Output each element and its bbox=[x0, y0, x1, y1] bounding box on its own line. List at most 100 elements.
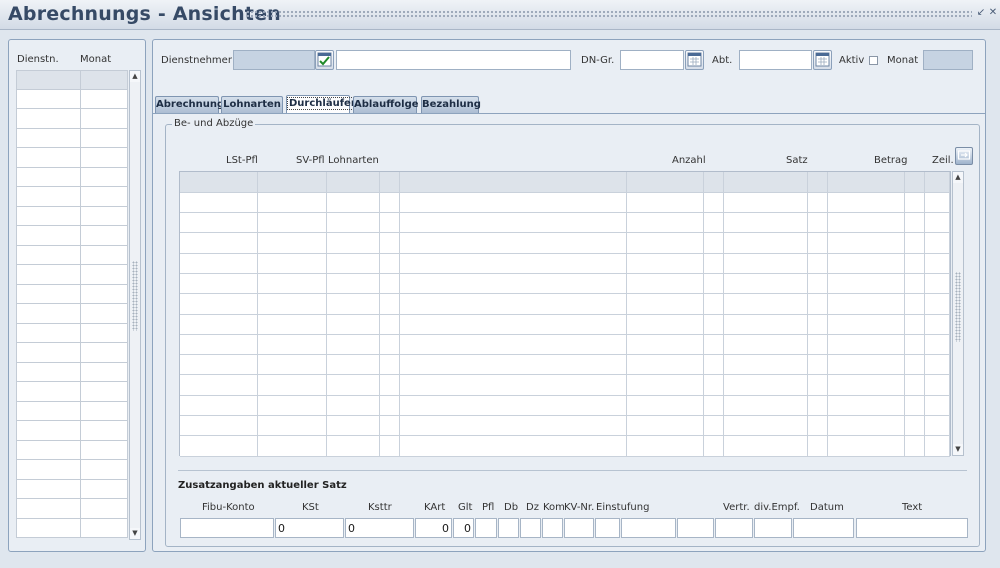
list-item[interactable] bbox=[16, 479, 128, 499]
table-cell[interactable] bbox=[626, 192, 705, 214]
table-row[interactable] bbox=[180, 314, 951, 335]
aktiv-checkbox[interactable] bbox=[869, 56, 878, 65]
table-cell[interactable] bbox=[626, 334, 705, 356]
table-cell[interactable] bbox=[904, 374, 925, 396]
table-cell[interactable] bbox=[723, 273, 808, 295]
table-cell[interactable] bbox=[626, 232, 705, 254]
table-cell[interactable] bbox=[723, 253, 808, 274]
table-cell[interactable] bbox=[379, 334, 401, 356]
table-cell[interactable] bbox=[904, 435, 925, 457]
table-cell[interactable] bbox=[723, 374, 808, 396]
table-cell[interactable] bbox=[257, 212, 327, 234]
dienstn-cell[interactable] bbox=[16, 245, 80, 265]
table-cell[interactable] bbox=[326, 273, 381, 295]
table-cell[interactable] bbox=[827, 314, 905, 335]
table-cell[interactable] bbox=[904, 253, 925, 274]
table-cell[interactable] bbox=[904, 334, 925, 356]
table-cell[interactable] bbox=[379, 273, 401, 295]
abt-field[interactable] bbox=[739, 50, 812, 70]
table-cell[interactable] bbox=[703, 253, 725, 274]
table-cell[interactable] bbox=[399, 415, 627, 437]
table-cell[interactable] bbox=[924, 395, 951, 417]
monat-cell[interactable] bbox=[80, 226, 128, 246]
table-cell[interactable] bbox=[827, 192, 905, 214]
scroll-thumb[interactable] bbox=[955, 272, 961, 342]
dienstn-cell[interactable] bbox=[16, 304, 80, 324]
scroll-thumb[interactable] bbox=[132, 261, 138, 331]
dienstn-cell[interactable] bbox=[16, 382, 80, 402]
table-cell[interactable] bbox=[904, 192, 925, 214]
table-cell[interactable] bbox=[626, 435, 705, 457]
table-cell[interactable] bbox=[180, 395, 258, 417]
table-cell[interactable] bbox=[180, 212, 258, 234]
table-row[interactable] bbox=[180, 415, 951, 437]
table-cell[interactable] bbox=[180, 314, 258, 335]
left-list-scrollbar[interactable]: ▲ ▼ bbox=[129, 70, 141, 540]
table-cell[interactable] bbox=[723, 314, 808, 335]
table-cell[interactable] bbox=[379, 374, 401, 396]
table-cell[interactable] bbox=[379, 314, 401, 335]
table-cell[interactable] bbox=[257, 415, 327, 437]
scroll-down-icon[interactable]: ▼ bbox=[130, 528, 140, 539]
table-cell[interactable] bbox=[379, 253, 401, 274]
table-row[interactable] bbox=[180, 354, 951, 376]
list-item[interactable] bbox=[16, 89, 128, 109]
table-cell[interactable] bbox=[399, 395, 627, 417]
table-cell[interactable] bbox=[827, 395, 905, 417]
list-item[interactable] bbox=[16, 70, 128, 90]
table-cell[interactable] bbox=[827, 334, 905, 356]
table-cell[interactable] bbox=[399, 354, 627, 376]
table-cell[interactable] bbox=[626, 395, 705, 417]
list-item[interactable] bbox=[16, 167, 128, 187]
pfl-field[interactable] bbox=[475, 518, 497, 538]
table-cell[interactable] bbox=[180, 293, 258, 315]
table-scrollbar[interactable]: ▲ ▼ bbox=[952, 171, 964, 456]
table-cell[interactable] bbox=[257, 192, 327, 214]
scroll-up-icon[interactable]: ▲ bbox=[953, 172, 963, 183]
dienstn-cell[interactable] bbox=[16, 70, 80, 90]
table-cell[interactable] bbox=[807, 212, 828, 234]
table-cell[interactable] bbox=[257, 334, 327, 356]
table-cell[interactable] bbox=[827, 435, 905, 457]
table-cell[interactable] bbox=[807, 415, 828, 437]
monat-cell[interactable] bbox=[80, 187, 128, 207]
list-item[interactable] bbox=[16, 187, 128, 207]
table-cell[interactable] bbox=[703, 415, 725, 437]
table-cell[interactable] bbox=[379, 212, 401, 234]
table-cell[interactable] bbox=[924, 314, 951, 335]
dienstn-cell[interactable] bbox=[16, 284, 80, 304]
table-cell[interactable] bbox=[807, 314, 828, 335]
minimize-icon[interactable]: ↙ bbox=[976, 8, 986, 18]
scroll-down-icon[interactable]: ▼ bbox=[953, 444, 963, 455]
table-cell[interactable] bbox=[257, 172, 327, 193]
table-cell[interactable] bbox=[827, 253, 905, 274]
table-cell[interactable] bbox=[180, 172, 258, 193]
table-cell[interactable] bbox=[924, 293, 951, 315]
table-cell[interactable] bbox=[807, 253, 828, 274]
list-item[interactable] bbox=[16, 421, 128, 441]
table-cell[interactable] bbox=[904, 293, 925, 315]
table-cell[interactable] bbox=[326, 293, 381, 315]
table-cell[interactable] bbox=[257, 435, 327, 457]
table-cell[interactable] bbox=[723, 232, 808, 254]
monat-cell[interactable] bbox=[80, 499, 128, 519]
table-cell[interactable] bbox=[703, 212, 725, 234]
vertr-field[interactable] bbox=[715, 518, 753, 538]
table-cell[interactable] bbox=[924, 415, 951, 437]
glt-field[interactable]: 0 bbox=[453, 518, 474, 538]
table-cell[interactable] bbox=[924, 232, 951, 254]
monat-cell[interactable] bbox=[80, 323, 128, 343]
list-item[interactable] bbox=[16, 362, 128, 382]
table-row[interactable] bbox=[180, 192, 951, 214]
monat-cell[interactable] bbox=[80, 382, 128, 402]
table-cell[interactable] bbox=[827, 212, 905, 234]
table-cell[interactable] bbox=[379, 395, 401, 417]
monat-cell[interactable] bbox=[80, 518, 128, 538]
monat-cell[interactable] bbox=[80, 460, 128, 480]
table-cell[interactable] bbox=[326, 395, 381, 417]
table-cell[interactable] bbox=[257, 253, 327, 274]
kom-field[interactable] bbox=[542, 518, 563, 538]
list-item[interactable] bbox=[16, 460, 128, 480]
table-cell[interactable] bbox=[827, 273, 905, 295]
dienstn-cell[interactable] bbox=[16, 128, 80, 148]
